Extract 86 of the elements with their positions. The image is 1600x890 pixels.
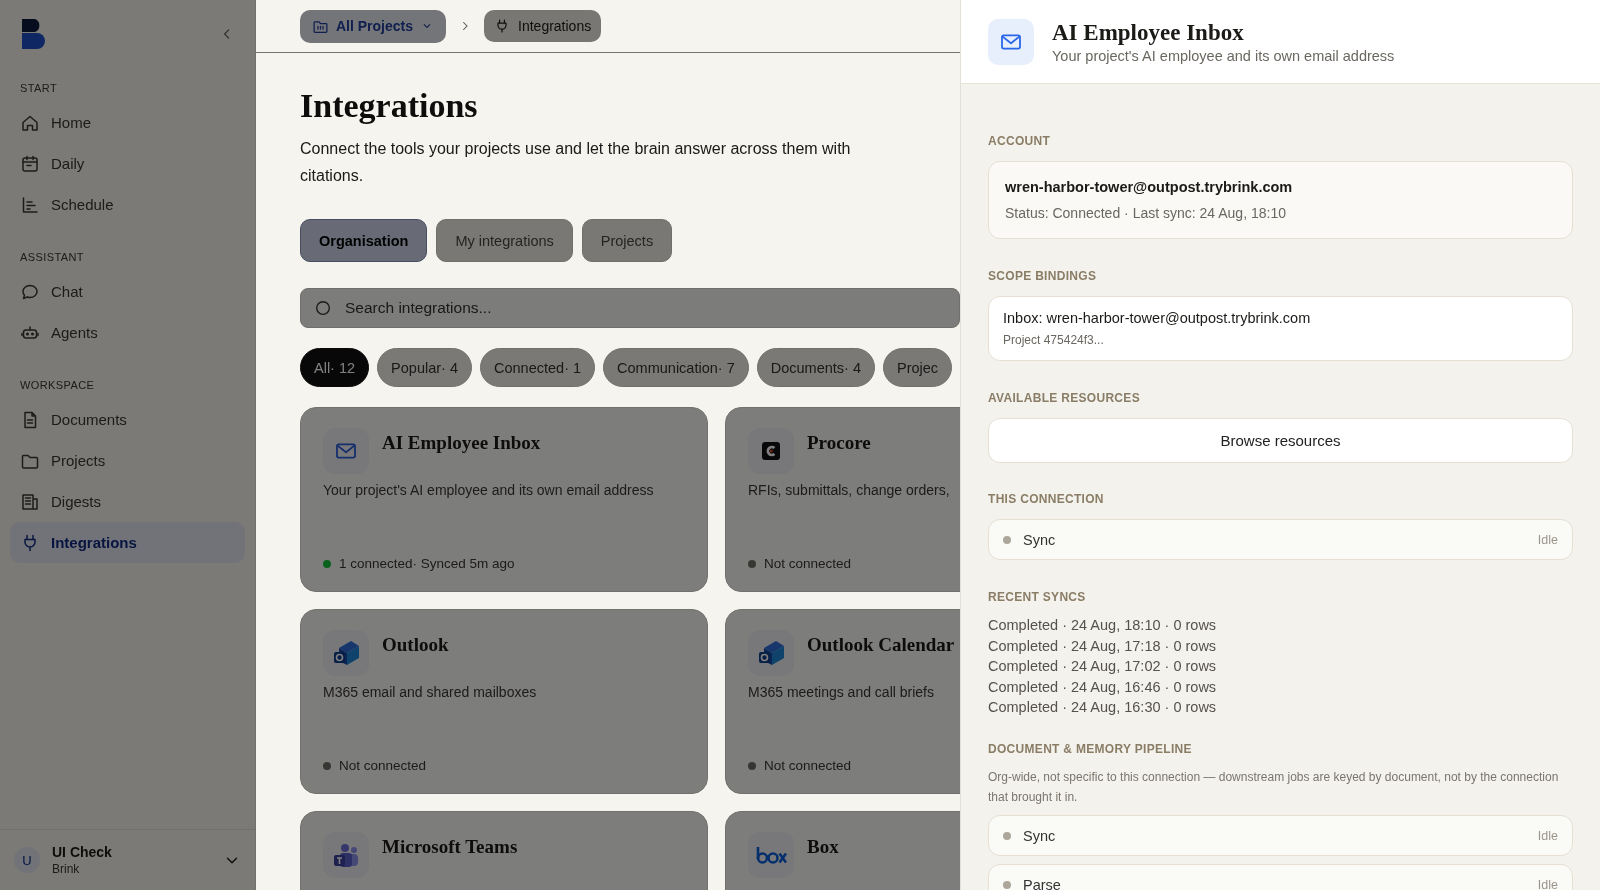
integration-card[interactable]: Box [725, 811, 960, 890]
status-dot [1003, 535, 1011, 544]
section-label: DOCUMENT & MEMORY PIPELINE [988, 742, 1193, 756]
integration-card[interactable]: Microsoft Teams [300, 811, 708, 890]
sync-entry: Completed · 24 Aug, 16:30 · 0 rows [988, 699, 1218, 715]
logo-icon [20, 18, 46, 50]
browse-resources-button[interactable]: Browse resources [988, 418, 1573, 463]
panel-title: AI Employee Inbox [1052, 19, 1245, 46]
section-label: THIS CONNECTION [988, 492, 1105, 506]
sync-entry: Completed · 24 Aug, 17:18 · 0 rows [988, 637, 1218, 654]
chart-icon [20, 194, 40, 215]
panel-subtitle: Your project's AI employee and its own email address [1052, 47, 1395, 64]
search-field[interactable]: Search integrations... [300, 288, 960, 328]
status-text: Not connected [764, 758, 852, 773]
card-description: RFIs, submittals, change orders, [748, 482, 950, 498]
section-label: RECENT SYNCS [988, 590, 1087, 604]
binding-project: Project 475424f3... [1003, 333, 1105, 347]
avatar: U [14, 847, 40, 873]
filter-chip[interactable]: Documents· 4 [756, 348, 875, 387]
logo-icon [755, 845, 787, 865]
job-name: Sync [1023, 531, 1057, 548]
page-title: Integrations [300, 87, 479, 125]
status-text: 1 connected· Synced 5m ago [339, 556, 515, 571]
tab[interactable]: Projects [581, 219, 673, 262]
nav-item[interactable]: Documents [10, 399, 245, 440]
section-label: SCOPE BINDINGS [988, 269, 1098, 283]
search-icon [314, 299, 332, 317]
binding-inbox: Inbox: wren-harbor-tower@outpost.trybrink.com [1003, 310, 1312, 326]
logo-icon [756, 638, 786, 668]
nav-item[interactable]: Schedule [10, 184, 245, 225]
integration-card[interactable]: Procore RFIs, submittals, change orders, Not connected [725, 407, 960, 592]
sync-entry: Completed · 24 Aug, 17:02 · 0 rows [988, 658, 1218, 674]
pipeline-note: Org-wide, not specific to this connection — downstream jobs are keyed by document, not by the connection that brought it in. [988, 769, 1560, 806]
filter-chip[interactable]: All· 12 [300, 348, 370, 387]
calendar-icon [20, 153, 40, 174]
filter-chip[interactable]: Projec [883, 348, 953, 387]
card-title: AI Employee Inbox [382, 432, 541, 454]
filter-chip[interactable]: Communication· 7 [603, 348, 749, 387]
section-label: AVAILABLE RESOURCES [988, 391, 1141, 405]
nav-item[interactable]: Projects [10, 440, 245, 481]
nav-item[interactable]: Chat [10, 271, 245, 312]
card-title: Box [807, 836, 839, 858]
section-label: START [19, 81, 59, 96]
card-description: M365 email and shared mailboxes [323, 684, 537, 700]
nav-item[interactable]: Digests [10, 481, 245, 522]
sync-entry: Completed · 24 Aug, 18:10 · 0 rows [988, 617, 1218, 633]
job-name: Sync [1023, 827, 1057, 844]
integration-card[interactable]: AI Employee Inbox Your project's AI employee and its own email address 1 connected· Synced 5m ago [300, 407, 708, 592]
card-title: Outlook [382, 634, 449, 656]
page-description: Connect the tools your projects use and let the brain answer across them with citations. [300, 139, 852, 186]
nav-item[interactable]: Integrations [10, 522, 245, 563]
user-name: UI Check [52, 844, 113, 860]
filter-chip[interactable]: Connected· 1 [480, 348, 596, 387]
status-dot [1003, 880, 1011, 889]
nav-item[interactable]: Agents [10, 312, 245, 353]
section-label: ACCOUNT [988, 134, 1052, 148]
job-status: Idle [1537, 828, 1558, 843]
job-status: Idle [1537, 877, 1558, 890]
newspaper-icon [20, 491, 40, 512]
nav-item[interactable]: Home [10, 102, 245, 143]
integration-card[interactable]: Outlook Calendar M365 meetings and call briefs Not connected [725, 609, 960, 794]
status-dot [1003, 831, 1011, 840]
logo-icon [760, 440, 782, 462]
card-title: Microsoft Teams [382, 836, 518, 858]
card-description: Your project's AI employee and its own email address [323, 482, 654, 498]
sync-entry: Completed · 24 Aug, 16:46 · 0 rows [988, 678, 1218, 695]
integration-card[interactable]: Outlook M365 email and shared mailboxes Not connected [300, 609, 708, 794]
status-text: Not connected [764, 556, 852, 571]
nav-item[interactable]: Daily [10, 143, 245, 184]
card-description: M365 meetings and call briefs [748, 684, 934, 700]
project-selector[interactable]: All Projects [300, 9, 447, 43]
section-label: WORKSPACE [19, 378, 96, 393]
status-text: Not connected [339, 758, 427, 773]
card-title: Procore [807, 432, 871, 454]
tab[interactable]: My integrations [436, 219, 573, 262]
section-label: ASSISTANT [19, 250, 85, 265]
filter-chip[interactable]: Popular· 4 [377, 348, 472, 387]
breadcrumb-current: Integrations [518, 18, 592, 34]
account-email: wren-harbor-tower@outpost.trybrink.com [1005, 179, 1294, 195]
account-status: Status: Connected · Last sync: 24 Aug, 18:10 [1005, 205, 1287, 221]
job-name: Parse [1023, 876, 1062, 890]
logo-icon [331, 638, 361, 668]
tab[interactable]: Organisation [300, 219, 428, 262]
card-title: Outlook Calendar [807, 634, 955, 656]
job-status: Idle [1537, 532, 1558, 547]
organisation-name: Brink [52, 862, 81, 876]
